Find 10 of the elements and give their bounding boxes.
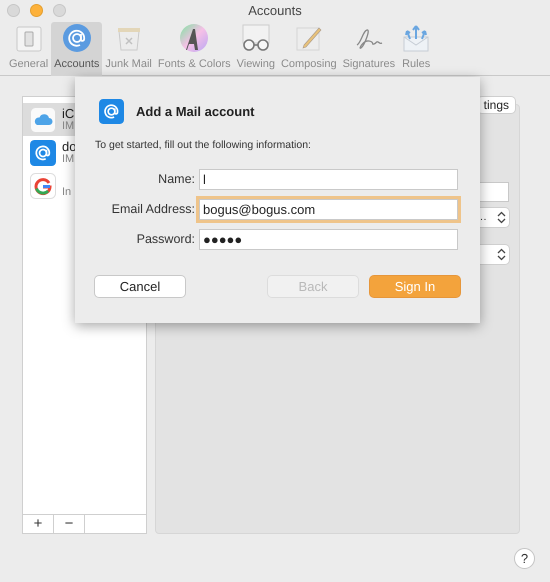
sheet-title: Add a Mail account: [136, 102, 254, 121]
field-label: Email Address:: [110, 200, 196, 218]
sheet-instructions: To get started, fill out the following information:: [95, 138, 312, 153]
account-type: IM: [62, 120, 74, 132]
account-name: iC: [62, 106, 74, 120]
field-label: Name:: [157, 170, 196, 188]
field-label: Password:: [136, 230, 196, 248]
window-title: Accounts: [248, 2, 302, 20]
account-type: IM: [62, 152, 76, 166]
account-type: In: [62, 186, 72, 198]
